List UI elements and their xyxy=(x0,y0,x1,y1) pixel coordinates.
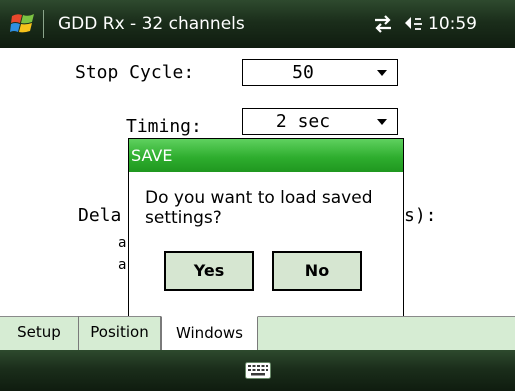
stop-cycle-select[interactable]: 50 xyxy=(242,59,398,86)
save-dialog: SAVE Do you want to load saved settings?… xyxy=(128,138,404,318)
volume-icon[interactable] xyxy=(402,15,424,33)
hidden-field-fragment: a xyxy=(118,235,127,251)
hidden-field-fragment: a xyxy=(118,257,127,273)
chevron-down-icon xyxy=(377,70,387,76)
title-separator xyxy=(43,10,44,38)
delay-label-fragment: Dela xyxy=(78,205,122,226)
clock: 10:59 xyxy=(428,14,477,34)
status-bar: GDD Rx - 32 channels 10:59 xyxy=(0,0,515,48)
dialog-message: Do you want to load saved settings? xyxy=(145,188,373,228)
yes-button[interactable]: Yes xyxy=(164,251,254,291)
keyboard-icon[interactable] xyxy=(245,362,271,379)
tab-position[interactable]: Position xyxy=(79,316,161,350)
delay-label-suffix: s): xyxy=(404,205,437,226)
timing-select[interactable]: 2 sec xyxy=(242,108,398,135)
no-button[interactable]: No xyxy=(272,251,362,291)
stop-cycle-label: Stop Cycle: xyxy=(75,62,195,83)
windows-start-icon[interactable] xyxy=(10,11,36,37)
sync-icon[interactable] xyxy=(372,14,394,34)
window-title: GDD Rx - 32 channels xyxy=(58,14,245,34)
timing-value: 2 sec xyxy=(275,111,331,132)
stop-cycle-value: 50 xyxy=(292,62,314,83)
softkey-bar xyxy=(0,350,515,391)
timing-label: Timing: xyxy=(126,116,202,137)
tab-windows[interactable]: Windows xyxy=(161,316,258,350)
tab-setup[interactable]: Setup xyxy=(0,316,79,350)
chevron-down-icon xyxy=(377,119,387,125)
dialog-title: SAVE xyxy=(129,139,403,172)
tab-strip: Setup Position Windows xyxy=(0,316,515,350)
